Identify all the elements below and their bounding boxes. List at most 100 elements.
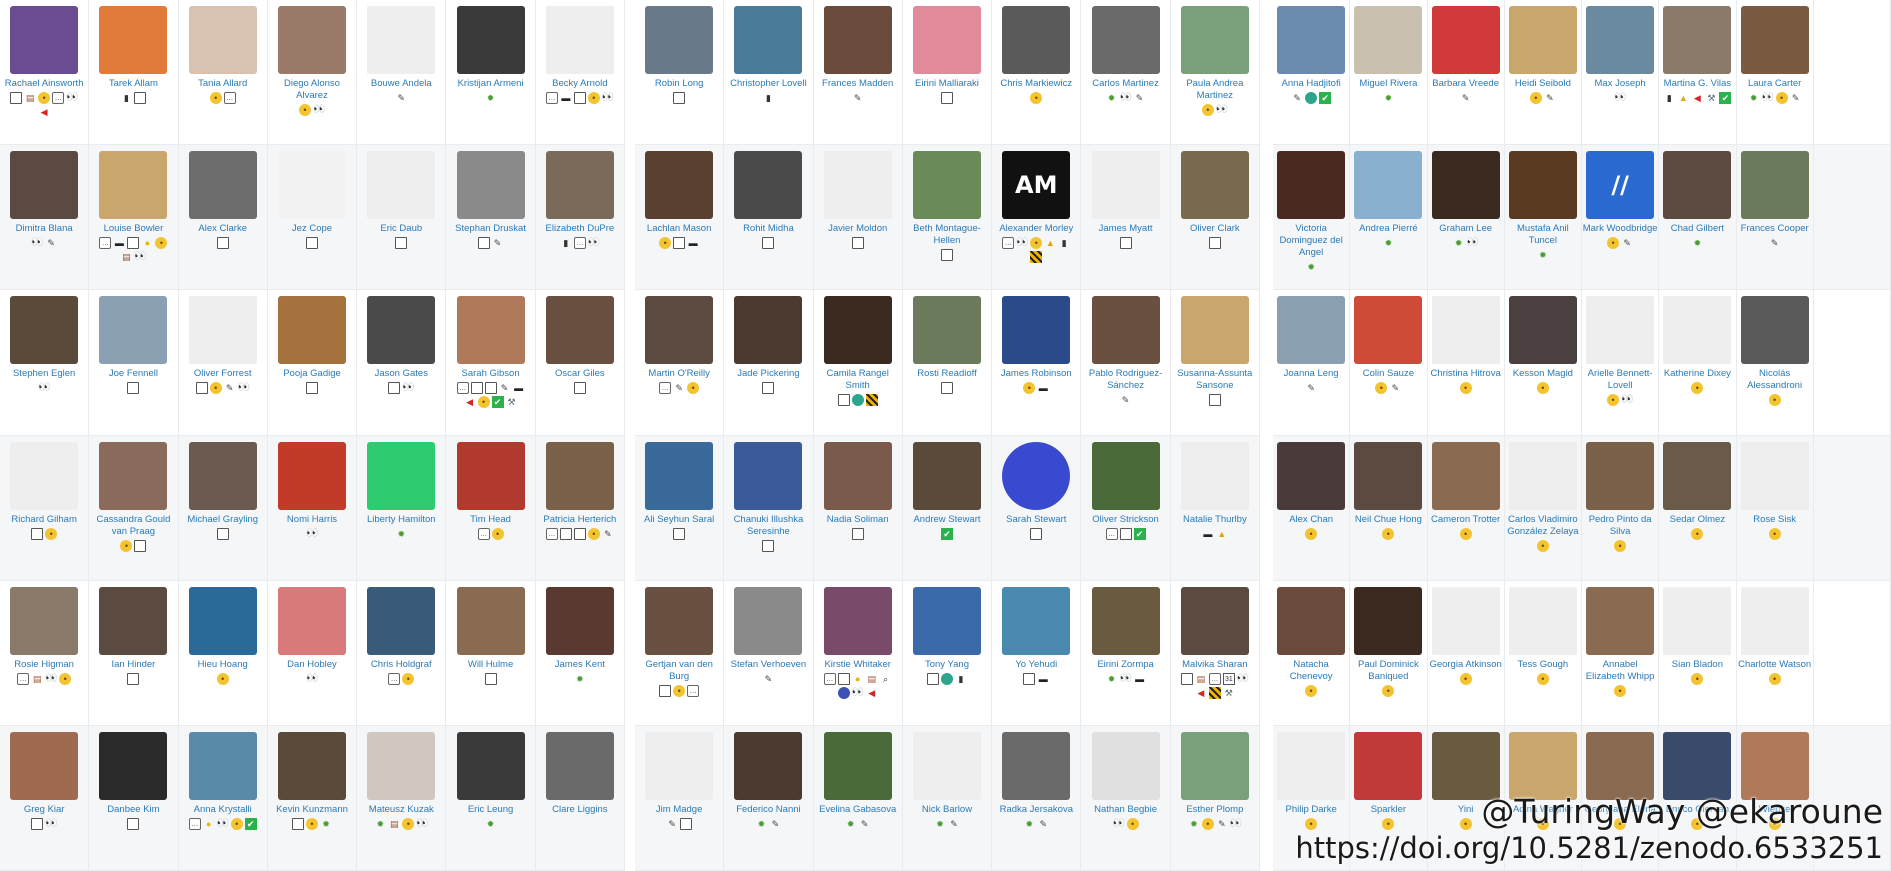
avatar[interactable] — [99, 441, 168, 510]
contributor-name[interactable]: Carlos Vladimiro González Zelaya — [1505, 514, 1581, 538]
contributor-name[interactable]: Rachael Ainsworth — [5, 78, 84, 90]
contributor-card[interactable]: Colin Sauze • ✎ — [1350, 290, 1428, 436]
contributor-name[interactable]: Colin Sauze — [1363, 368, 1414, 380]
avatar[interactable] — [1354, 151, 1423, 220]
contributor-name[interactable]: Cassandra Gould van Praag — [92, 514, 174, 538]
contributor-card[interactable]: Anna Hadjitofi ✎ ✔ — [1273, 0, 1351, 146]
contributor-card[interactable]: Clare Liggins — [535, 725, 625, 871]
contributor-name[interactable]: Danbee Kim — [107, 804, 159, 816]
avatar[interactable] — [1663, 6, 1732, 74]
avatar[interactable] — [188, 6, 257, 74]
contributor-name[interactable]: Jez Cope — [292, 223, 332, 235]
contributor-card[interactable] — [1813, 0, 1891, 146]
contributor-name[interactable]: Tony Yang — [925, 659, 969, 671]
avatar[interactable] — [1431, 151, 1500, 220]
avatar[interactable] — [1586, 296, 1655, 365]
contributor-card[interactable]: Radka Jersakova ✹ ✎ — [992, 725, 1082, 871]
contributor-card[interactable]: Dimitra Blana 👀 ✎ — [0, 145, 90, 291]
contributor-name[interactable]: Evelina Gabasova — [819, 804, 896, 816]
avatar[interactable] — [912, 151, 981, 220]
contributor-card[interactable]: Rohit Midha — [724, 145, 814, 291]
contributor-card[interactable]: Richard Gilham • — [0, 435, 90, 581]
contributor-name[interactable]: Frances Cooper — [1741, 223, 1809, 235]
contributor-card[interactable]: Cassandra Gould van Praag • — [89, 435, 179, 581]
contributor-card[interactable]: Pedro Pinto da Silva • — [1582, 435, 1660, 581]
avatar[interactable] — [277, 6, 346, 74]
contributor-name[interactable]: Max Joseph — [1595, 78, 1646, 90]
contributor-card[interactable]: Alex Chan • — [1273, 435, 1351, 581]
avatar[interactable] — [1354, 6, 1423, 74]
avatar[interactable] — [188, 296, 257, 365]
contributor-card[interactable]: Natalie Thurlby ▬ ▲ — [1170, 435, 1260, 581]
contributor-card[interactable]: Greg Kiar 👀 — [0, 725, 90, 871]
contributor-card[interactable]: Georgia Atkinson • — [1427, 580, 1505, 726]
contributor-card[interactable]: Nick Barlow ✹ ✎ — [902, 725, 993, 871]
avatar[interactable] — [912, 6, 981, 74]
contributor-card[interactable]: Mustafa Anil Tuncel ✹ — [1504, 145, 1582, 291]
contributor-card[interactable] — [1813, 725, 1891, 871]
avatar[interactable] — [1431, 441, 1500, 510]
contributor-card[interactable]: Cameron Trotter • — [1427, 435, 1505, 581]
contributor-card[interactable]: James Kent ✹ — [535, 580, 625, 726]
avatar[interactable] — [1002, 586, 1071, 655]
contributor-card[interactable]: Bouwe Andela ✎ — [357, 0, 447, 146]
contributor-card[interactable]: Neil Chue Hong • — [1350, 435, 1428, 581]
contributor-name[interactable]: Michael Grayling — [187, 514, 258, 526]
contributor-card[interactable]: Kesson Magid • — [1504, 290, 1582, 436]
avatar[interactable] — [277, 586, 346, 655]
contributor-name[interactable]: Rosti Readioff — [917, 368, 977, 380]
contributor-name[interactable]: Anna Krystalli — [194, 804, 252, 816]
contributor-name[interactable]: Nomi Harris — [287, 514, 337, 526]
contributor-name[interactable]: Paula Andrea Martinez — [1174, 78, 1256, 102]
contributor-card[interactable]: Katherine Dixey • — [1659, 290, 1737, 436]
contributor-card[interactable]: Andrea Pierré ✹ — [1350, 145, 1428, 291]
avatar[interactable] — [545, 731, 614, 800]
contributor-name[interactable]: Laura Carter — [1748, 78, 1801, 90]
contributor-name[interactable]: Pablo Rodriguez-Sánchez — [1085, 368, 1167, 392]
contributor-card[interactable]: Will Hulme — [446, 580, 536, 726]
contributor-name[interactable]: Chris Markiewicz — [1000, 78, 1072, 90]
contributor-card[interactable]: Annabel Elizabeth Whipp • — [1582, 580, 1660, 726]
avatar[interactable] — [1354, 441, 1423, 510]
avatar[interactable] — [1586, 586, 1655, 655]
contributor-name[interactable]: Ali Seyhun Saral — [644, 514, 714, 526]
avatar[interactable] — [1508, 6, 1577, 74]
contributor-card[interactable]: Louise Bowler … ▬ ● • ▤ 👀 — [89, 145, 179, 291]
contributor-name[interactable]: Tim Head — [470, 514, 511, 526]
avatar[interactable] — [645, 441, 714, 510]
contributor-card[interactable]: Tim Head… • — [446, 435, 536, 581]
contributor-name[interactable]: Becky Arnold — [552, 78, 607, 90]
contributor-name[interactable]: Mustafa Anil Tuncel — [1505, 223, 1581, 247]
contributor-name[interactable]: Radka Jersakova — [1000, 804, 1073, 816]
contributor-card[interactable]: Eirini Zormpa ✹ 👀 ▬ — [1081, 580, 1171, 726]
contributor-name[interactable]: Frances Madden — [822, 78, 893, 90]
contributor-card[interactable]: Kevin Kunzmann • ✹ — [267, 725, 358, 871]
contributor-card[interactable]: Hieu Hoang • — [178, 580, 268, 726]
contributor-name[interactable]: Paul Dominick Baniqued — [1350, 659, 1426, 683]
contributor-card[interactable]: Beth Montague-Hellen — [902, 145, 993, 291]
avatar[interactable] — [1354, 296, 1423, 365]
contributor-name[interactable]: Natalie Thurlby — [1183, 514, 1247, 526]
avatar[interactable] — [99, 586, 168, 655]
avatar[interactable] — [456, 151, 525, 220]
contributor-name[interactable]: Tania Allard — [198, 78, 247, 90]
avatar[interactable] — [277, 151, 346, 220]
contributor-card[interactable]: Chris Markiewicz • — [992, 0, 1082, 146]
contributor-name[interactable]: Susanna-Assunta Sansone — [1174, 368, 1256, 392]
contributor-card[interactable] — [1813, 290, 1891, 436]
contributor-card[interactable]: Carlos Vladimiro González Zelaya • — [1504, 435, 1582, 581]
contributor-name[interactable]: Andrea Pierré — [1359, 223, 1418, 235]
avatar[interactable] — [99, 151, 168, 220]
contributor-name[interactable]: Adina Wagner — [1513, 804, 1573, 816]
contributor-card[interactable]: Tarek Allam ▮ — [89, 0, 179, 146]
contributor-name[interactable]: Pooja Gadige — [283, 368, 341, 380]
contributor-card[interactable]: Kirstie Whitaker… ● ▤ ⌕ 👀 ◀ — [813, 580, 903, 726]
contributor-card[interactable]: Mateusz Kuzak ✹ ▤ • 👀 — [357, 725, 447, 871]
avatar[interactable] — [734, 731, 803, 800]
contributor-name[interactable]: Oliver Clark — [1190, 223, 1240, 235]
contributor-card[interactable]: Laura Carter ✹ 👀 • ✎ — [1736, 0, 1814, 146]
contributor-card[interactable] — [1813, 145, 1891, 291]
avatar[interactable] — [912, 586, 981, 655]
contributor-name[interactable]: Diego Alonso Alvarez — [271, 78, 353, 102]
contributor-name[interactable]: Mark Woodbridge — [1583, 223, 1658, 235]
